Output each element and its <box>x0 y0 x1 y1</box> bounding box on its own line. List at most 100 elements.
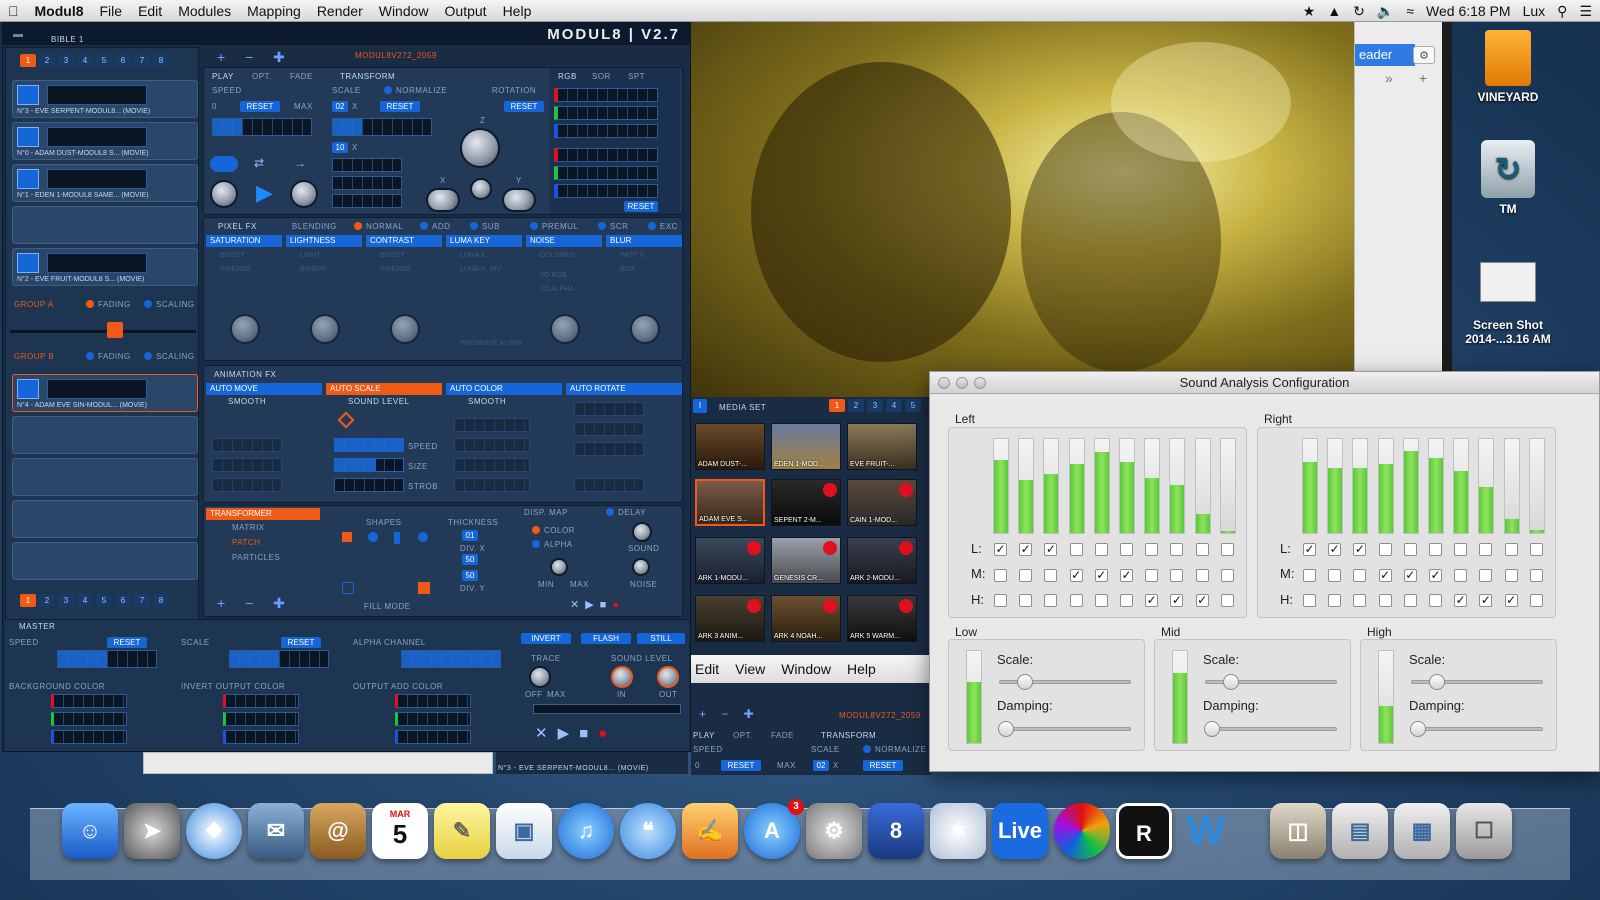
speed-slider[interactable] <box>212 118 312 136</box>
fx-lightness[interactable]: LIGHTNESS <box>286 235 362 247</box>
layer-tab-6[interactable]: 6 <box>115 54 131 67</box>
band-checkbox-l[interactable]: ✓ <box>1019 543 1033 556</box>
spotlight-icon[interactable]: ⚲ <box>1557 3 1567 20</box>
layer-tab-3[interactable]: 3 <box>58 54 74 67</box>
fx-noise[interactable]: NOISE <box>526 235 602 247</box>
auto-color-slider[interactable] <box>454 458 530 472</box>
tab-fade[interactable]: FADE <box>290 72 313 81</box>
color-red-slider[interactable] <box>554 88 658 102</box>
band-checkbox-h[interactable] <box>1429 594 1442 607</box>
menu-view-2[interactable]: View <box>735 661 765 677</box>
band-checkbox-m[interactable] <box>1019 568 1033 582</box>
band-checkbox-m[interactable]: ✓ <box>1094 568 1108 582</box>
scale-reset-2[interactable]: RESET <box>863 760 903 771</box>
fx-option[interactable]: BOOST <box>380 252 405 259</box>
layer-slot[interactable]: N°0 - ADAM DUST-MODUL8 S... (MOVIE) <box>12 122 198 160</box>
band-checkbox-m[interactable]: ✓ <box>1429 568 1442 582</box>
blend-scr-radio[interactable] <box>598 222 606 230</box>
band-checkbox-m[interactable]: ✓ <box>1120 568 1133 582</box>
transport-controls[interactable]: ✕▶■● <box>570 598 625 611</box>
media-thumb[interactable]: GENESIS CR... <box>771 537 841 584</box>
band-checkbox-m[interactable] <box>1328 568 1342 582</box>
anim-scale-mode[interactable]: SOUND LEVEL <box>348 397 410 406</box>
band-checkbox-l[interactable] <box>1195 543 1209 556</box>
layer-slot[interactable]: N°2 - EVE FRUIT-MODUL8 S... (MOVIE) <box>12 248 198 286</box>
media-thumb-selected[interactable]: ADAM EVE S... <box>695 479 765 526</box>
fx-option[interactable]: INVERSE <box>220 266 251 273</box>
auto-color-slider[interactable] <box>454 438 530 452</box>
fading-toggle[interactable] <box>86 300 94 308</box>
high-scale-slider[interactable] <box>1429 674 1446 690</box>
apple-icon[interactable]:  <box>0 0 27 22</box>
band-checkbox-m[interactable] <box>1044 568 1058 582</box>
layer-tab-7[interactable]: 7 <box>134 54 150 67</box>
layer-tab-5[interactable]: 5 <box>96 54 112 67</box>
desktop-icon-screenshot[interactable]: Screen Shot 2014-...3.16 AM <box>1453 262 1563 346</box>
inv-green-slider[interactable] <box>223 712 299 726</box>
loop-icon[interactable] <box>210 156 238 172</box>
clock[interactable]: Wed 6:18 PM <box>1426 3 1511 19</box>
mail-icon[interactable]: ✉ <box>248 803 304 859</box>
band-checkbox-m[interactable] <box>994 568 1007 582</box>
transformer-patch[interactable]: PATCH <box>232 538 260 547</box>
band-checkbox-l[interactable] <box>1479 543 1493 556</box>
layer-add-remove-buttons[interactable]: + − ✚ <box>699 707 760 721</box>
layer-alpha-bar[interactable] <box>47 379 147 399</box>
master-speed-slider[interactable] <box>57 650 157 668</box>
safari-icon[interactable]: ❖ <box>186 803 242 859</box>
layer-tab-8[interactable]: 8 <box>153 54 169 67</box>
shape-circle-icon[interactable] <box>368 532 378 542</box>
div-x-value[interactable]: 50 <box>462 554 478 565</box>
modul8-dock-icon[interactable]: 8 <box>868 803 924 859</box>
fx-option[interactable]: BRIGHT <box>300 266 326 273</box>
auto-rotate-slider[interactable] <box>574 422 644 436</box>
auto-move-size-slider[interactable] <box>212 458 282 472</box>
finder-tab[interactable]: eader <box>1355 44 1415 66</box>
color-reset-button[interactable]: RESET <box>624 201 658 212</box>
resolume-icon[interactable]: R <box>1116 803 1172 859</box>
band-checkbox-l[interactable] <box>1378 543 1392 556</box>
band-checkbox-h[interactable] <box>1069 594 1083 607</box>
noise-knob[interactable] <box>632 558 650 576</box>
fx-option[interactable]: TO RGB <box>540 272 567 279</box>
band-checkbox-h[interactable] <box>1019 594 1033 607</box>
blur-knob[interactable] <box>630 314 660 344</box>
transformer-header[interactable]: TRANSFORMER <box>206 508 320 520</box>
color-red-slider-2[interactable] <box>554 148 658 162</box>
high-damping-track[interactable] <box>1411 727 1543 731</box>
documents-stack-icon[interactable]: ▤ <box>1332 803 1388 859</box>
layer-tab-1[interactable]: 1 <box>20 54 36 67</box>
notes-icon[interactable]: ✎ <box>434 803 490 859</box>
chevron-right-icon[interactable]: » <box>1385 70 1393 86</box>
lightness-knob[interactable] <box>310 314 340 344</box>
disp-color-toggle[interactable] <box>532 526 540 534</box>
color-wheel-icon[interactable] <box>1054 803 1110 859</box>
auto-scale-size-slider[interactable] <box>334 458 404 472</box>
layer-tab-8[interactable]: 8 <box>153 594 169 607</box>
rotation-x-knob[interactable] <box>426 188 460 212</box>
fx-option[interactable]: LUMA K. INV <box>460 266 501 273</box>
menu-file[interactable]: File <box>92 0 131 22</box>
fx-option[interactable]: BOOST <box>220 252 245 259</box>
fx-option[interactable]: LIGHT <box>300 252 321 259</box>
band-checkbox-m[interactable] <box>1170 568 1184 582</box>
band-checkbox-m[interactable] <box>1145 568 1159 582</box>
fx-option[interactable]: BOX <box>620 266 635 273</box>
band-checkbox-h[interactable]: ✓ <box>1504 594 1518 607</box>
sound-out-knob[interactable] <box>657 666 679 688</box>
band-checkbox-h[interactable]: ✓ <box>1170 594 1184 607</box>
pingpong-icon[interactable]: ⇄ <box>254 156 274 170</box>
auto-rotate-slider[interactable] <box>574 402 644 416</box>
master-speed-reset[interactable]: RESET <box>107 637 147 648</box>
band-checkbox-l[interactable] <box>1094 543 1108 556</box>
layer-tab-3[interactable]: 3 <box>58 594 74 607</box>
shape-bar-icon[interactable] <box>394 532 400 544</box>
scaling-toggle[interactable] <box>144 352 152 360</box>
anim-color-mode[interactable]: SMOOTH <box>468 397 506 406</box>
direction-knob[interactable] <box>290 180 318 208</box>
menu-help-2[interactable]: Help <box>847 661 876 677</box>
inv-red-slider[interactable] <box>223 694 299 708</box>
band-checkbox-h[interactable] <box>1120 594 1133 607</box>
contacts-icon[interactable]: @ <box>310 803 366 859</box>
master-transport[interactable]: ✕▶■● <box>535 724 617 742</box>
